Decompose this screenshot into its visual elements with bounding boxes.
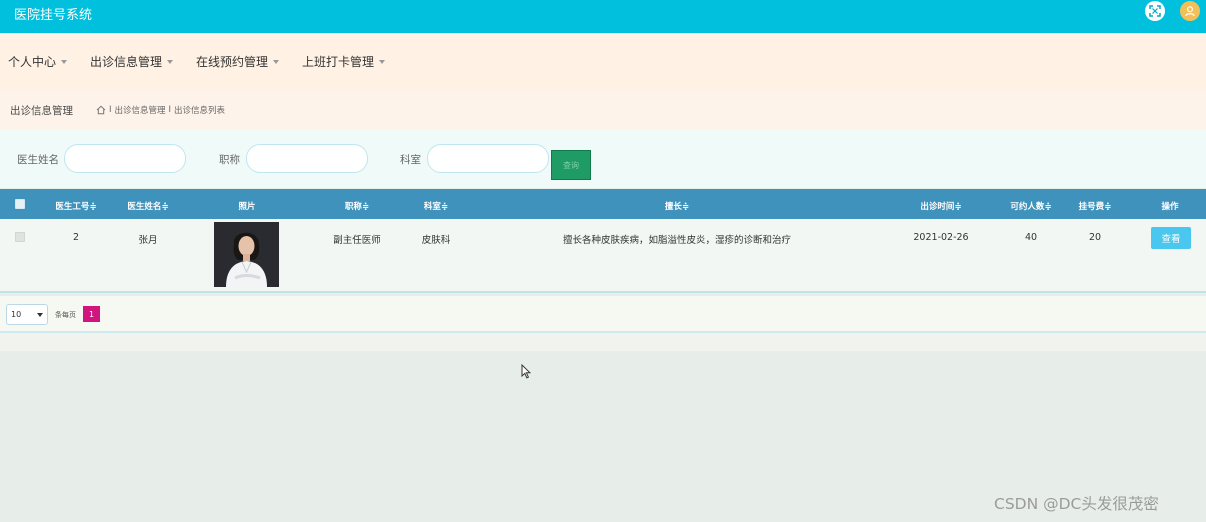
per-page-label: 条每页 <box>55 311 76 319</box>
doctor-name-input[interactable] <box>64 144 186 173</box>
column-header-visit-date[interactable]: 出诊时间≑ <box>920 200 961 212</box>
column-label: 擅长 <box>664 202 682 212</box>
top-header-bar: 医院挂号系统 <box>0 0 1206 33</box>
cell-capacity: 40 <box>1024 232 1038 243</box>
column-label: 出诊时间 <box>920 202 955 212</box>
doctor-name-label: 医生姓名 <box>17 154 59 166</box>
department-label: 科室 <box>400 154 421 166</box>
sort-icon: ≑ <box>89 202 97 212</box>
sort-icon: ≑ <box>954 202 962 212</box>
page-title: 出诊信息管理 <box>10 105 73 117</box>
breadcrumb-separator: I <box>109 105 112 115</box>
column-label: 挂号费 <box>1078 202 1105 212</box>
nav-item-online-booking[interactable]: 在线预约管理 <box>196 53 280 70</box>
breadcrumb-current: 出诊信息列表 <box>174 106 226 116</box>
chevron-down-icon <box>273 59 280 64</box>
doctor-photo <box>214 222 279 287</box>
column-label: 职称 <box>344 202 362 212</box>
nav-item-personal-center[interactable]: 个人中心 <box>8 53 68 70</box>
cell-fee: 20 <box>1088 232 1102 243</box>
chevron-down-icon <box>379 59 386 64</box>
cell-department: 皮肤科 <box>421 235 451 246</box>
page-button-current[interactable]: 1 <box>83 306 100 322</box>
cell-visit-date: 2021-02-26 <box>913 232 969 243</box>
column-header-title[interactable]: 职称≑ <box>345 200 369 212</box>
select-all-checkbox[interactable] <box>15 199 25 209</box>
sort-icon: ≑ <box>361 202 370 212</box>
breadcrumb: I 出诊信息管理 I 出诊信息列表 <box>96 104 225 116</box>
search-panel: 医生姓名 职称 科室 查询 <box>0 130 1206 188</box>
view-button[interactable]: 查看 <box>1151 227 1191 249</box>
column-label: 操作 <box>1161 202 1179 212</box>
page-size-value: 10 <box>11 310 22 319</box>
content-footer-strip <box>0 333 1206 351</box>
cell-doctor-id: 2 <box>72 232 80 243</box>
nav-item-clock-in[interactable]: 上班打卡管理 <box>302 53 386 70</box>
nav-item-label: 在线预约管理 <box>196 55 269 69</box>
page-size-select[interactable]: 10 <box>6 304 48 325</box>
sort-icon: ≑ <box>440 202 449 212</box>
column-label: 照片 <box>238 202 256 212</box>
breadcrumb-link-visit-info[interactable]: 出诊信息管理 <box>115 104 166 116</box>
nav-item-label: 上班打卡管理 <box>302 55 375 69</box>
fullscreen-icon <box>1149 5 1161 17</box>
nav-item-label: 出诊信息管理 <box>90 55 163 69</box>
column-label: 医生姓名 <box>127 202 162 212</box>
breadcrumb-separator: I <box>168 105 172 115</box>
cell-title: 副主任医师 <box>333 235 381 246</box>
user-icon <box>1185 6 1195 17</box>
visit-info-table: 医生工号≑ 医生姓名≑ 照片 职称≑ 科室≑ 擅长≑ 出诊时间≑ 可约人数≑ 挂… <box>0 189 1206 293</box>
fullscreen-button[interactable] <box>1145 1 1165 21</box>
column-label: 科室 <box>423 202 441 212</box>
breadcrumb-bar: 出诊信息管理 I 出诊信息管理 I 出诊信息列表 <box>0 90 1206 130</box>
sort-icon: ≑ <box>161 202 169 212</box>
app-title: 医院挂号系统 <box>14 8 93 23</box>
column-header-doctor-id[interactable]: 医生工号≑ <box>55 200 96 212</box>
column-header-fee[interactable]: 挂号费≑ <box>1079 200 1112 212</box>
column-header-specialty[interactable]: 擅长≑ <box>665 200 689 212</box>
home-icon[interactable] <box>96 105 106 115</box>
cell-specialty: 擅长各种皮肤疾病，如脂溢性皮炎，湿疹的诊断和治疗 <box>562 235 792 246</box>
column-header-actions: 操作 <box>1161 200 1178 212</box>
title-label: 职称 <box>219 154 240 166</box>
user-avatar-button[interactable] <box>1180 1 1200 21</box>
column-header-photo: 照片 <box>238 200 255 212</box>
chevron-down-icon <box>37 313 43 317</box>
chevron-down-icon <box>61 59 68 64</box>
search-button[interactable]: 查询 <box>551 150 591 180</box>
department-input[interactable] <box>427 144 549 173</box>
sort-icon: ≑ <box>681 202 690 212</box>
column-label: 可约人数 <box>1010 202 1045 212</box>
chevron-down-icon <box>167 59 174 64</box>
cell-doctor-name: 张月 <box>138 235 158 246</box>
table-header: 医生工号≑ 医生姓名≑ 照片 职称≑ 科室≑ 擅长≑ 出诊时间≑ 可约人数≑ 挂… <box>0 189 1206 219</box>
pagination: 10 条每页 1 <box>0 296 1206 333</box>
column-header-capacity[interactable]: 可约人数≑ <box>1010 200 1051 212</box>
column-header-doctor-name[interactable]: 医生姓名≑ <box>127 200 168 212</box>
row-checkbox[interactable] <box>15 232 25 242</box>
nav-item-visit-info[interactable]: 出诊信息管理 <box>90 53 174 70</box>
column-header-department[interactable]: 科室≑ <box>424 200 448 212</box>
column-label: 医生工号 <box>55 202 90 212</box>
title-input[interactable] <box>246 144 368 173</box>
main-nav: 个人中心 出诊信息管理 在线预约管理 上班打卡管理 <box>0 33 1206 90</box>
mouse-cursor-icon <box>521 364 531 379</box>
nav-item-label: 个人中心 <box>8 55 57 69</box>
sort-icon: ≑ <box>1104 202 1112 212</box>
sort-icon: ≑ <box>1044 202 1052 212</box>
watermark: CSDN @DC头发很茂密 <box>994 495 1159 513</box>
